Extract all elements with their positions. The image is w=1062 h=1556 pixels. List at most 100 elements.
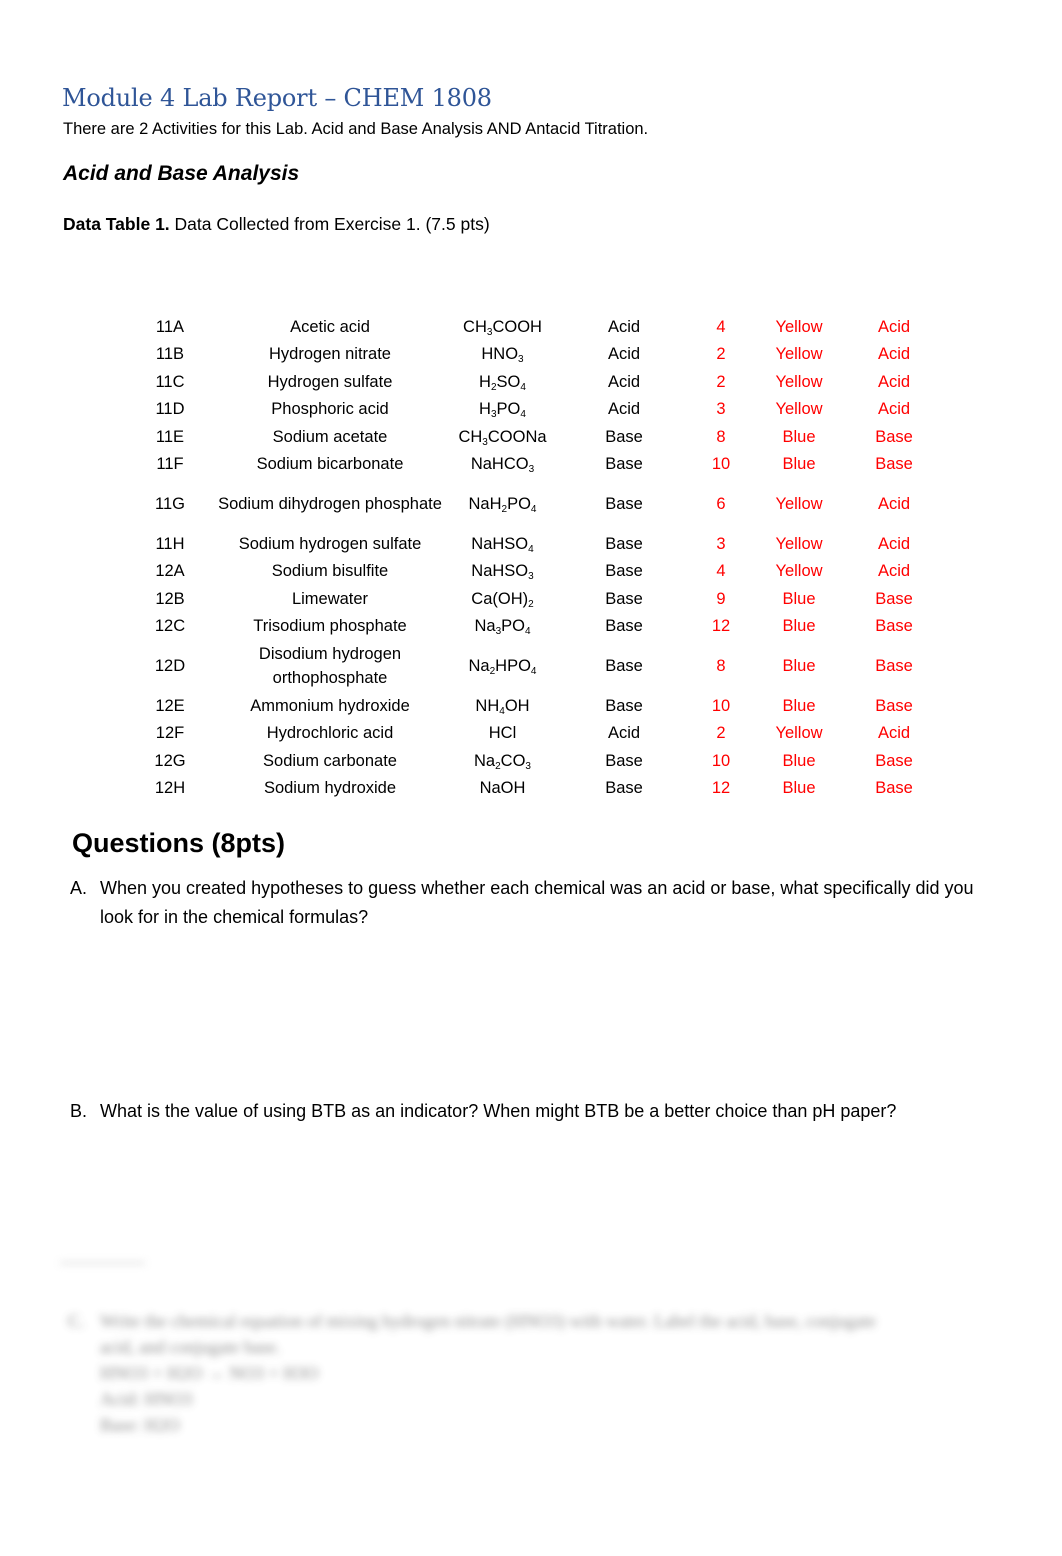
formula-subscript: 3 [525, 760, 531, 772]
result-cell: Base [875, 589, 913, 608]
btb-color-cell: Blue [782, 589, 816, 608]
ph-cell: 4 [716, 562, 726, 581]
hypothesis-cell: Acid [607, 400, 641, 419]
formula-part: HPO [495, 657, 531, 675]
result-cell: Acid [877, 400, 911, 419]
btb-color-cell: Yellow [775, 724, 823, 743]
chemical-name-cell: Disodium hydrogen orthophosphate [258, 645, 402, 687]
table-row: 12A Sodium bisulfite NaHSO3 Base 4 Yellow Acid [130, 558, 939, 586]
formula-part: Na [474, 617, 496, 636]
formula-cell: Ca(OH)2 [450, 585, 555, 613]
formula-part: HNO [481, 345, 519, 364]
formula-subscript: 4 [528, 543, 534, 555]
ph-cell: 10 [711, 751, 731, 770]
table-row: 12G Sodium carbonate Na2CO3 Base 10 Blue Base [130, 747, 939, 775]
formula-subscript: 4 [520, 409, 526, 421]
formula-cell: Na3PO4 [450, 613, 555, 641]
caption-label: Data Table 1. [63, 214, 170, 234]
chemical-name-cell: Sodium hydroxide [263, 779, 397, 798]
data-table: 11A Acetic acid CH3COOH Acid 4 Yellow Acid 11B H… [130, 313, 939, 802]
sample-id-cell: 12A [155, 562, 185, 581]
formula-cell: NaH2PO4 [450, 478, 555, 530]
table-row: 11D Phosphoric acid H3PO4 Acid 3 Yellow Acid [130, 396, 939, 424]
formula-subscript: 4 [530, 504, 537, 515]
formula-part: COOH [492, 317, 542, 336]
question-b: B. What is the value of using BTB as an … [70, 1097, 1000, 1126]
divider [60, 1262, 145, 1264]
hypothesis-cell: Base [605, 534, 643, 553]
sample-id-cell: 11G [155, 495, 185, 513]
hypothesis-cell: Base [605, 696, 643, 715]
formula-subscript: 3 [518, 354, 524, 366]
formula-part: H [479, 372, 491, 391]
hypothesis-cell: Base [605, 589, 643, 608]
ph-cell: 2 [716, 372, 726, 391]
chemical-name-cell: Sodium bisulfite [271, 562, 389, 581]
sample-id-cell: 12D [154, 657, 186, 675]
table-row: 12C Trisodium phosphate Na3PO4 Base 12 Blue Ba… [130, 613, 939, 641]
formula-part: NaH [468, 495, 502, 513]
sample-id-cell: 12H [154, 779, 186, 798]
formula-part: Na [468, 657, 490, 675]
btb-color-cell: Yellow [775, 562, 823, 581]
formula-part: COONa [487, 427, 547, 446]
result-cell: Acid [877, 562, 911, 581]
formula-part: H [479, 400, 491, 419]
hypothesis-cell: Base [605, 751, 643, 770]
result-cell: Base [875, 696, 913, 715]
question-a: A. When you created hypotheses to guess … [70, 874, 1000, 932]
table-row: 12H Sodium hydroxide NaOH Base 12 Blue Base [130, 775, 939, 803]
sample-id-cell: 12C [154, 617, 186, 636]
sample-id-cell: 11A [155, 317, 185, 336]
formula-part: PO [496, 400, 521, 419]
chemical-name-cell: Sodium carbonate [263, 751, 397, 770]
sample-id-cell: 11H [155, 534, 185, 553]
formula-part: NH [475, 696, 500, 715]
question-text: When you created hypotheses to guess whe… [100, 878, 974, 927]
formula-part: NaOH [479, 779, 526, 798]
sample-id-cell: 12F [155, 724, 185, 743]
chemical-name-cell: Hydrochloric acid [266, 724, 394, 743]
blurred-preview-region: C. Write the chemical equation of mixing … [60, 1262, 1010, 1452]
btb-color-cell: Yellow [775, 400, 823, 419]
sample-id-cell: 12E [155, 696, 185, 715]
btb-color-cell: Blue [782, 427, 816, 446]
question-line: Write the chemical equation of mixing hy… [100, 1311, 877, 1331]
sample-id-cell: 11E [155, 427, 185, 446]
ph-cell: 6 [716, 495, 726, 513]
hypothesis-cell: Base [605, 427, 643, 446]
btb-color-cell: Blue [782, 657, 816, 675]
formula-cell: CH3COONa [450, 423, 555, 451]
result-cell: Base [875, 751, 913, 770]
sample-id-cell: 11B [155, 345, 185, 364]
hypothesis-cell: Base [605, 779, 643, 798]
btb-color-cell: Yellow [775, 317, 823, 336]
formula-cell: H3PO4 [450, 396, 555, 424]
ph-cell: 12 [711, 779, 731, 798]
btb-color-cell: Blue [782, 751, 816, 770]
formula-part: SO [496, 372, 521, 391]
result-cell: Acid [877, 495, 911, 513]
chemical-name-cell: Sodium acetate [272, 427, 388, 446]
sample-id-cell: 12B [155, 589, 185, 608]
question-line: acid, and conjugate base. [100, 1337, 281, 1357]
chemical-name-cell: Hydrogen nitrate [269, 345, 391, 364]
ph-cell: 10 [711, 696, 731, 715]
result-cell: Acid [877, 317, 911, 336]
table-row: 12B Limewater Ca(OH)2 Base 9 Blue Base [130, 585, 939, 613]
formula-cell: HCl [450, 720, 555, 748]
ph-cell: 8 [716, 657, 726, 675]
btb-color-cell: Yellow [775, 345, 823, 364]
question-text: What is the value of using BTB as an ind… [100, 1101, 897, 1121]
hypothesis-cell: Acid [607, 372, 641, 391]
chemical-name-cell: Phosphoric acid [271, 400, 389, 419]
sample-id-cell: 12G [154, 751, 186, 770]
formula-part: Ca(OH) [471, 589, 529, 608]
table-row: 11G Sodium dihydrogen phosphate NaH2PO4 Bas… [130, 478, 939, 530]
hypothesis-cell: Base [605, 617, 643, 636]
formula-part: PO [501, 617, 525, 636]
question-label: A. [70, 878, 88, 898]
hypothesis-cell: Base [605, 495, 643, 513]
formula-cell: Na2HPO4 [450, 640, 555, 692]
formula-subscript: 2 [528, 598, 534, 610]
